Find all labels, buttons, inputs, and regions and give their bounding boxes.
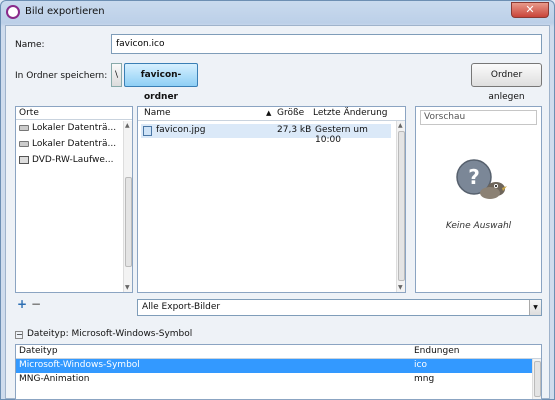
dvd-drive-icon bbox=[19, 156, 29, 164]
file-list: Name ▲ Größe Letzte Änderung favicon.jpg… bbox=[137, 106, 406, 293]
scroll-down-arrow-icon[interactable]: ▼ bbox=[125, 284, 130, 291]
file-size: 27,3 kB bbox=[277, 125, 312, 135]
file-filter-value: Alle Export-Bilder bbox=[142, 302, 221, 312]
chevron-down-icon[interactable]: ▼ bbox=[529, 300, 541, 315]
places-panel: Orte Lokaler Datenträ... Lokaler Datentr… bbox=[15, 106, 133, 293]
gimp-app-icon bbox=[6, 5, 20, 19]
file-modified: Gestern um 10:00 bbox=[315, 125, 368, 145]
path-root-button[interactable]: \ bbox=[111, 63, 122, 87]
filetype-row[interactable]: MNG-Animation mng bbox=[16, 373, 541, 387]
file-list-scroll-thumb[interactable] bbox=[398, 131, 405, 281]
filetype-name: Microsoft-Windows-Symbol bbox=[19, 360, 140, 370]
filetype-scroll-thumb[interactable] bbox=[534, 361, 541, 397]
sort-ascending-icon: ▲ bbox=[266, 109, 272, 117]
hard-drive-icon bbox=[19, 141, 29, 147]
file-name: favicon.jpg bbox=[156, 125, 206, 135]
save-in-folder-label: In Ordner speichern: bbox=[15, 71, 108, 81]
create-folder-button[interactable]: Ordner anlegen bbox=[471, 63, 542, 102]
place-label: Lokaler Datenträ... bbox=[32, 123, 117, 133]
filetype-scrollbar[interactable] bbox=[532, 359, 541, 399]
close-button[interactable]: ✕ bbox=[511, 2, 549, 18]
scroll-up-arrow-icon[interactable]: ▲ bbox=[125, 122, 130, 129]
svg-text:?: ? bbox=[468, 165, 480, 189]
file-list-header: Name ▲ Größe Letzte Änderung bbox=[138, 107, 405, 121]
current-folder-button[interactable]: favicon-ordner bbox=[124, 63, 198, 102]
file-row[interactable]: favicon.jpg 27,3 kB Gestern um 10:00 bbox=[141, 124, 391, 145]
place-label: DVD-RW-Laufwe... bbox=[32, 155, 114, 165]
preview-label[interactable]: Vorschau bbox=[420, 110, 537, 125]
dialog-body: Name: In Ordner speichern: \ favicon-ord… bbox=[5, 25, 550, 400]
filetype-extension: ico bbox=[414, 360, 427, 370]
window-title: Bild exportieren bbox=[25, 6, 105, 17]
file-filter-select[interactable]: Alle Export-Bilder ▼ bbox=[137, 299, 542, 316]
places-scroll-thumb[interactable] bbox=[125, 177, 132, 267]
collapse-icon[interactable]: − bbox=[15, 331, 23, 339]
column-header-modified[interactable]: Letzte Änderung bbox=[313, 108, 388, 118]
column-header-filetype[interactable]: Dateityp bbox=[19, 346, 58, 356]
filetype-expander[interactable]: − Dateityp: Microsoft-Windows-Symbol bbox=[15, 329, 192, 339]
filetype-table: Dateityp Endungen Microsoft-Windows-Symb… bbox=[15, 344, 542, 400]
name-label: Name: bbox=[15, 40, 45, 50]
filename-input[interactable] bbox=[111, 34, 542, 54]
place-label: Lokaler Datenträ... bbox=[32, 139, 117, 149]
column-header-size[interactable]: Größe bbox=[277, 108, 304, 118]
column-header-extensions[interactable]: Endungen bbox=[414, 346, 459, 356]
filetype-label: Dateityp: Microsoft-Windows-Symbol bbox=[27, 329, 193, 339]
filetype-extension: mng bbox=[414, 374, 435, 384]
preview-panel: Vorschau ? Keine Auswahl bbox=[415, 106, 542, 293]
filetype-row-selected[interactable]: Microsoft-Windows-Symbol ico bbox=[16, 359, 541, 373]
place-item-local-disk-2[interactable]: Lokaler Datenträ... bbox=[16, 136, 132, 152]
gimp-wilber-icon: ? bbox=[456, 159, 507, 199]
scroll-down-arrow-icon[interactable]: ▼ bbox=[398, 284, 403, 291]
place-item-local-disk-1[interactable]: Lokaler Datenträ... bbox=[16, 120, 132, 136]
place-item-dvd-drive[interactable]: DVD-RW-Laufwe... bbox=[16, 152, 132, 168]
scroll-up-arrow-icon[interactable]: ▲ bbox=[398, 122, 403, 129]
filetype-table-header: Dateityp Endungen bbox=[16, 345, 541, 359]
places-scrollbar[interactable]: ▲ ▼ bbox=[123, 121, 132, 292]
no-selection-text: Keine Auswahl bbox=[445, 221, 512, 231]
hard-drive-icon bbox=[19, 125, 29, 131]
add-bookmark-icon[interactable]: + bbox=[17, 297, 27, 311]
remove-bookmark-icon[interactable]: − bbox=[31, 297, 41, 311]
filetype-name: MNG-Animation bbox=[19, 374, 90, 384]
export-image-dialog: Bild exportieren ✕ Name: In Ordner speic… bbox=[0, 0, 555, 400]
title-bar[interactable]: Bild exportieren ✕ bbox=[1, 1, 554, 25]
image-file-icon bbox=[143, 126, 152, 136]
file-list-scrollbar[interactable]: ▲ ▼ bbox=[396, 121, 405, 292]
places-header[interactable]: Orte bbox=[16, 107, 132, 120]
column-header-name[interactable]: Name bbox=[144, 108, 171, 118]
